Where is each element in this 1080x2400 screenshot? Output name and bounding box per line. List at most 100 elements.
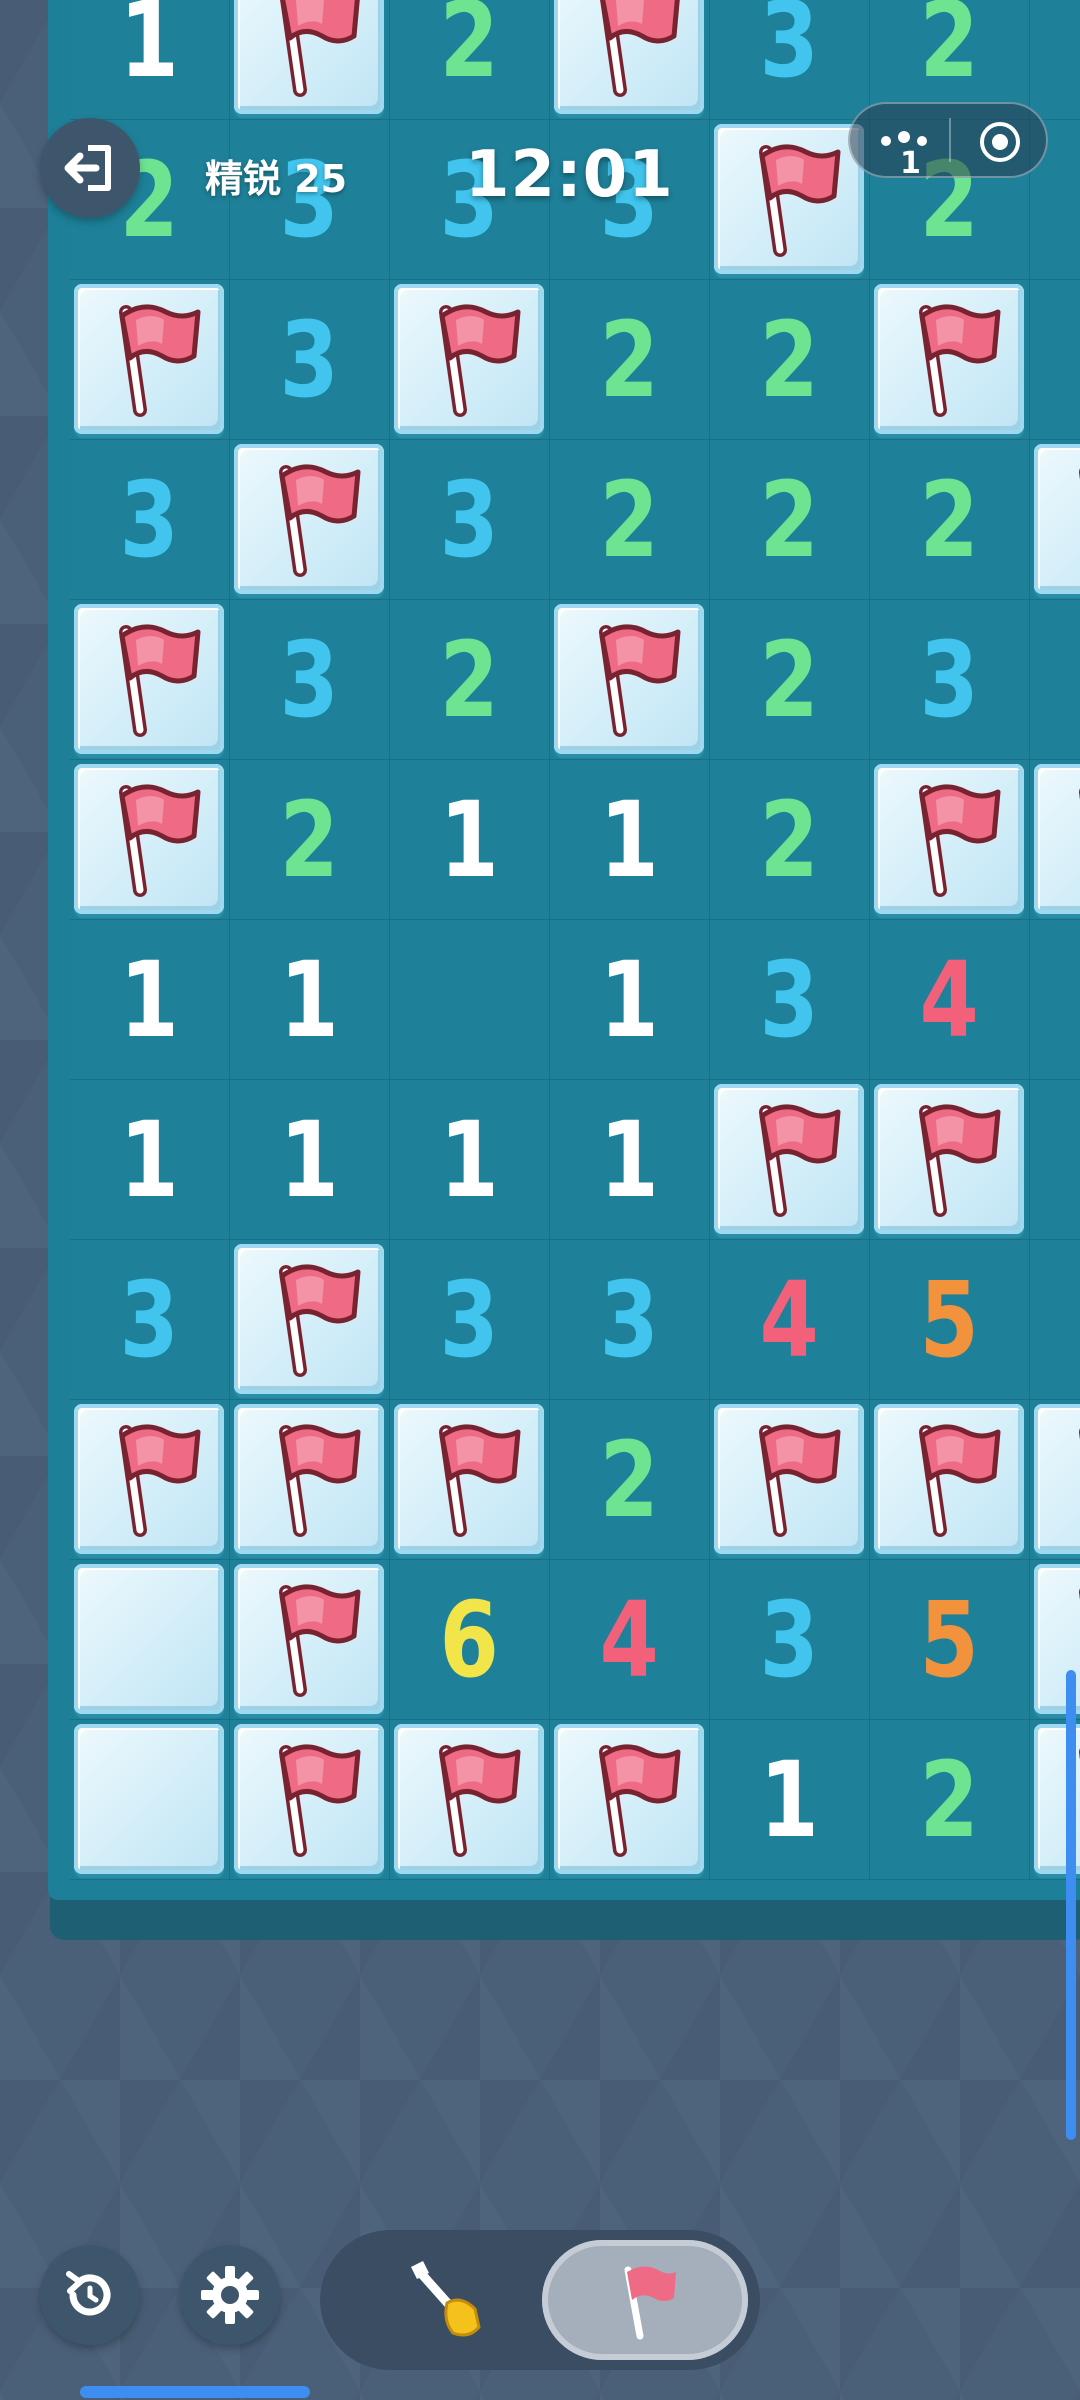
number-cell[interactable]: 4 bbox=[870, 920, 1030, 1080]
flag-icon bbox=[919, 1424, 1001, 1537]
exit-button[interactable] bbox=[40, 118, 140, 218]
flagged-cell[interactable] bbox=[870, 1080, 1030, 1240]
number-cell[interactable]: 6 bbox=[390, 1560, 550, 1720]
number-cell[interactable]: 3 bbox=[550, 1240, 710, 1400]
number-cell[interactable]: 1 bbox=[390, 760, 550, 920]
flagged-cell[interactable] bbox=[1030, 440, 1080, 600]
number-cell[interactable]: 2 bbox=[870, 440, 1030, 600]
number-cell[interactable]: 3 bbox=[710, 0, 870, 120]
restart-button[interactable] bbox=[40, 2245, 140, 2345]
number-cell[interactable]: 1 bbox=[550, 760, 710, 920]
flagged-cell[interactable] bbox=[70, 1400, 230, 1560]
number-cell[interactable]: 2 bbox=[710, 440, 870, 600]
flagged-cell[interactable] bbox=[230, 0, 390, 120]
ice-tile bbox=[234, 1244, 384, 1394]
cell-number: 1 bbox=[119, 0, 180, 101]
number-cell[interactable]: 3 bbox=[710, 1560, 870, 1720]
number-cell[interactable]: 4 bbox=[710, 1240, 870, 1400]
flagged-cell[interactable] bbox=[870, 1400, 1030, 1560]
flagged-cell[interactable] bbox=[230, 1240, 390, 1400]
unrevealed-cell[interactable] bbox=[70, 1720, 230, 1880]
flagged-cell[interactable] bbox=[1030, 760, 1080, 920]
number-cell[interactable]: 2 bbox=[710, 280, 870, 440]
number-cell[interactable]: 3 bbox=[390, 440, 550, 600]
flagged-cell[interactable] bbox=[230, 1560, 390, 1720]
number-cell[interactable]: 1 bbox=[70, 920, 230, 1080]
game-board: 1232233323223322232232112111341111333454… bbox=[48, 0, 1080, 1900]
flagged-cell[interactable] bbox=[710, 120, 870, 280]
number-cell[interactable]: 1 bbox=[230, 920, 390, 1080]
number-cell[interactable]: 2 bbox=[550, 280, 710, 440]
flagged-cell[interactable] bbox=[70, 760, 230, 920]
home-indicator bbox=[80, 2386, 310, 2398]
number-cell[interactable]: 3 bbox=[870, 600, 1030, 760]
number-cell[interactable]: 5 bbox=[870, 1560, 1030, 1720]
cell-number: 4 bbox=[759, 1258, 820, 1381]
cell-number: 1 bbox=[439, 1098, 500, 1221]
number-cell[interactable]: 3 bbox=[390, 1240, 550, 1400]
flagged-cell[interactable] bbox=[390, 280, 550, 440]
number-cell[interactable]: 3 bbox=[70, 440, 230, 600]
flagged-cell[interactable] bbox=[230, 1400, 390, 1560]
number-cell[interactable]: 2 bbox=[710, 760, 870, 920]
number-cell[interactable]: 5 bbox=[870, 1240, 1030, 1400]
number-cell[interactable]: 4 bbox=[550, 1560, 710, 1720]
settings-button[interactable] bbox=[180, 2245, 280, 2345]
empty-cell[interactable] bbox=[1030, 0, 1080, 120]
unrevealed-cell[interactable] bbox=[70, 1560, 230, 1720]
number-cell[interactable]: 4 bbox=[1030, 1240, 1080, 1400]
flagged-cell[interactable] bbox=[550, 0, 710, 120]
flagged-cell[interactable] bbox=[1030, 1400, 1080, 1560]
number-cell[interactable]: 1 bbox=[390, 1080, 550, 1240]
cell-number: 3 bbox=[919, 618, 980, 741]
number-cell[interactable]: 1 bbox=[230, 1080, 390, 1240]
cell-number: 3 bbox=[439, 458, 500, 581]
flagged-cell[interactable] bbox=[870, 760, 1030, 920]
empty-cell[interactable] bbox=[390, 920, 550, 1080]
flagged-cell[interactable] bbox=[230, 1720, 390, 1880]
flagged-cell[interactable] bbox=[390, 1720, 550, 1880]
flag-mode-button[interactable] bbox=[542, 2240, 748, 2360]
ice-tile bbox=[1034, 444, 1080, 594]
number-cell[interactable]: 3 bbox=[710, 920, 870, 1080]
empty-cell[interactable] bbox=[1030, 1080, 1080, 1240]
number-cell[interactable]: 3 bbox=[230, 600, 390, 760]
close-miniprogram-icon[interactable] bbox=[976, 118, 1024, 166]
number-cell[interactable]: 2 bbox=[230, 760, 390, 920]
number-cell[interactable]: 1 bbox=[550, 920, 710, 1080]
number-cell[interactable]: 2 bbox=[390, 0, 550, 120]
cell-number: 2 bbox=[919, 0, 980, 101]
number-cell[interactable]: 2 bbox=[390, 600, 550, 760]
number-cell[interactable]: 3 bbox=[230, 280, 390, 440]
empty-cell[interactable] bbox=[1030, 600, 1080, 760]
empty-cell[interactable] bbox=[1030, 920, 1080, 1080]
number-cell[interactable]: 2 bbox=[550, 440, 710, 600]
flagged-cell[interactable] bbox=[870, 280, 1030, 440]
flagged-cell[interactable] bbox=[710, 1080, 870, 1240]
flag-icon bbox=[279, 1584, 361, 1697]
flagged-cell[interactable] bbox=[70, 600, 230, 760]
number-cell[interactable]: 3 bbox=[70, 1240, 230, 1400]
flag-icon bbox=[759, 1424, 841, 1537]
flag-icon bbox=[599, 624, 681, 737]
number-cell[interactable]: 1 bbox=[710, 1720, 870, 1880]
flagged-cell[interactable] bbox=[550, 1720, 710, 1880]
flagged-cell[interactable] bbox=[550, 600, 710, 760]
ice-tile bbox=[74, 1724, 224, 1874]
number-cell[interactable]: 1 bbox=[550, 1080, 710, 1240]
empty-cell[interactable] bbox=[1030, 280, 1080, 440]
flagged-cell[interactable] bbox=[230, 440, 390, 600]
number-cell[interactable]: 2 bbox=[870, 1720, 1030, 1880]
ice-tile bbox=[234, 444, 384, 594]
ice-tile bbox=[74, 604, 224, 754]
flagged-cell[interactable] bbox=[70, 280, 230, 440]
dig-mode-button[interactable] bbox=[380, 2250, 520, 2350]
number-cell[interactable]: 1 bbox=[70, 0, 230, 120]
number-cell[interactable]: 2 bbox=[550, 1400, 710, 1560]
number-cell[interactable]: 1 bbox=[70, 1080, 230, 1240]
cell-number: 3 bbox=[119, 458, 180, 581]
flagged-cell[interactable] bbox=[390, 1400, 550, 1560]
cell-number: 2 bbox=[919, 1738, 980, 1861]
number-cell[interactable]: 2 bbox=[710, 600, 870, 760]
flagged-cell[interactable] bbox=[710, 1400, 870, 1560]
